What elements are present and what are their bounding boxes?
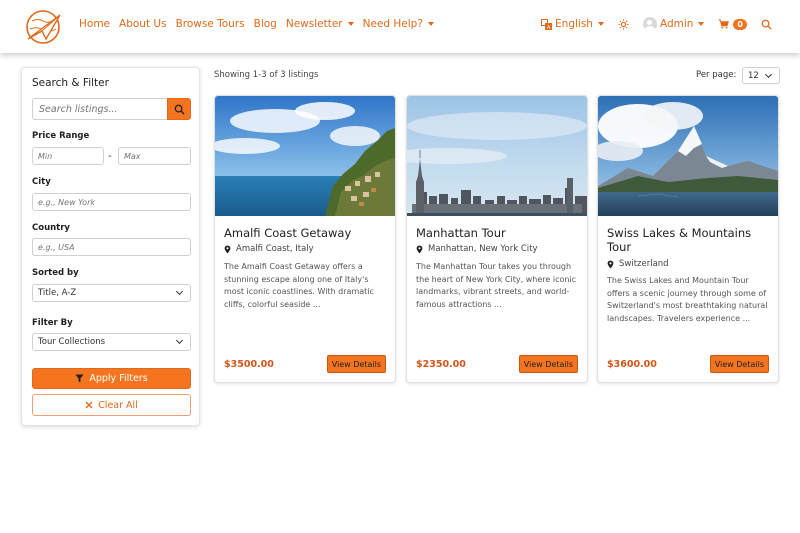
- chevron-down-icon: [764, 70, 773, 78]
- apply-filters-button[interactable]: Apply Filters: [32, 368, 191, 389]
- nav-blog-label: Blog: [253, 18, 277, 30]
- view-details-button[interactable]: View Details: [709, 355, 769, 373]
- map-pin-icon: [416, 245, 423, 253]
- nav-about-us[interactable]: About Us: [119, 18, 167, 30]
- nav-newsletter-dropdown[interactable]: Newsletter: [286, 18, 354, 30]
- chevron-down-icon: [175, 336, 184, 345]
- sort-label: Sorted by: [32, 268, 79, 278]
- per-page-value: 12: [748, 70, 759, 81]
- search-group: [32, 98, 191, 120]
- card-description: The Manhattan Tour takes you through the…: [416, 262, 577, 309]
- navbar: Home About Us Browse Tours Blog Newslett…: [0, 0, 800, 53]
- map-pin-icon: [224, 245, 231, 253]
- listing-image-swiss[interactable]: [598, 96, 778, 216]
- country-input[interactable]: [32, 238, 191, 256]
- search-input[interactable]: [32, 98, 168, 120]
- city-label: City: [32, 177, 51, 187]
- theme-toggle[interactable]: [618, 18, 629, 30]
- search-icon: [761, 19, 772, 30]
- filter-select-value: Tour Collections: [38, 337, 106, 347]
- filter-icon: [75, 374, 84, 383]
- view-details-button[interactable]: View Details: [326, 355, 386, 373]
- cart-count-badge: 0: [733, 18, 747, 30]
- sort-select-value: Title, A-Z: [38, 288, 77, 298]
- price-range-label: Price Range: [32, 131, 90, 141]
- nav-browse-tours[interactable]: Browse Tours: [176, 18, 245, 30]
- search-icon: [174, 104, 185, 115]
- nav-right: A English Admin 0: [527, 17, 772, 31]
- card-title[interactable]: Swiss Lakes & Mountains Tour: [607, 226, 772, 254]
- card-title[interactable]: Manhattan Tour: [416, 226, 581, 240]
- apply-filters-label: Apply Filters: [89, 373, 148, 384]
- nav-about-label: About Us: [119, 18, 167, 30]
- filter-by-label: Filter By: [32, 318, 73, 328]
- nav-home-label: Home: [79, 18, 111, 30]
- view-details-button[interactable]: View Details: [518, 355, 578, 373]
- caret-down-icon: [597, 22, 604, 26]
- card-location-text: Switzerland: [619, 259, 669, 269]
- search-filter-panel: Search & Filter Price Range - City Count…: [21, 67, 200, 426]
- per-page-select[interactable]: 12: [742, 67, 780, 84]
- close-icon: [85, 401, 93, 409]
- card-location-text: Amalfi Coast, Italy: [236, 244, 314, 254]
- card-price: $2350.00: [416, 359, 466, 370]
- card-title[interactable]: Amalfi Coast Getaway: [224, 226, 389, 240]
- clear-all-label: Clear All: [98, 399, 138, 411]
- cart-icon: [718, 19, 730, 29]
- country-label: Country: [32, 223, 70, 233]
- user-dropdown[interactable]: Admin: [642, 17, 705, 31]
- results-count: Showing 1-3 of 3 listings: [214, 70, 319, 80]
- panel-title: Search & Filter: [32, 77, 109, 89]
- avatar: [642, 17, 657, 31]
- cart-button[interactable]: 0: [718, 18, 747, 30]
- max-price-input[interactable]: [118, 147, 191, 165]
- logo-icon[interactable]: [24, 9, 62, 45]
- listing-image-manhattan[interactable]: [407, 96, 587, 216]
- card-location: Amalfi Coast, Italy: [224, 244, 314, 254]
- card-location: Manhattan, New York City: [416, 244, 537, 254]
- caret-down-icon: [427, 22, 434, 26]
- listing-card[interactable]: Manhattan Tour Manhattan, New York City …: [406, 95, 588, 383]
- listing-image-amalfi[interactable]: [215, 96, 395, 216]
- search-button[interactable]: [761, 19, 772, 30]
- card-location: Switzerland: [607, 259, 669, 269]
- nav-need-help-dropdown[interactable]: Need Help?: [363, 18, 434, 30]
- listing-card[interactable]: Swiss Lakes & Mountains Tour Switzerland…: [597, 95, 779, 383]
- range-dash: -: [108, 151, 112, 162]
- card-description: The Amalfi Coast Getaway offers a stunni…: [224, 262, 374, 309]
- card-price: $3500.00: [224, 359, 274, 370]
- min-price-input[interactable]: [32, 147, 104, 165]
- sun-icon: [618, 18, 629, 30]
- language-dropdown[interactable]: A English: [541, 18, 604, 30]
- city-input[interactable]: [32, 193, 191, 211]
- filter-by-select[interactable]: Tour Collections: [32, 333, 191, 351]
- translate-icon: A: [541, 18, 553, 30]
- nav-browse-label: Browse Tours: [175, 18, 245, 30]
- card-location-text: Manhattan, New York City: [428, 244, 538, 254]
- chevron-down-icon: [175, 287, 184, 296]
- map-pin-icon: [607, 260, 614, 268]
- listing-card[interactable]: Amalfi Coast Getaway Amalfi Coast, Italy…: [214, 95, 396, 383]
- nav-home[interactable]: Home: [79, 18, 110, 30]
- card-description: The Swiss Lakes and Mountain Tour offers…: [607, 276, 768, 323]
- caret-down-icon: [698, 22, 705, 26]
- nav-links: Home About Us Browse Tours Blog Newslett…: [79, 18, 443, 30]
- nav-blog[interactable]: Blog: [254, 18, 277, 30]
- svg-text:A: A: [547, 24, 551, 29]
- caret-down-icon: [347, 22, 354, 26]
- language-label: English: [555, 18, 593, 30]
- nav-newsletter-label: Newsletter: [285, 18, 343, 30]
- user-label: Admin: [659, 18, 694, 30]
- per-page-label: Per page:: [696, 70, 737, 80]
- search-submit-button[interactable]: [167, 98, 191, 120]
- card-price: $3600.00: [607, 359, 657, 370]
- sort-select[interactable]: Title, A-Z: [32, 284, 191, 302]
- nav-help-label: Need Help?: [362, 18, 423, 30]
- clear-all-button[interactable]: Clear All: [32, 394, 191, 416]
